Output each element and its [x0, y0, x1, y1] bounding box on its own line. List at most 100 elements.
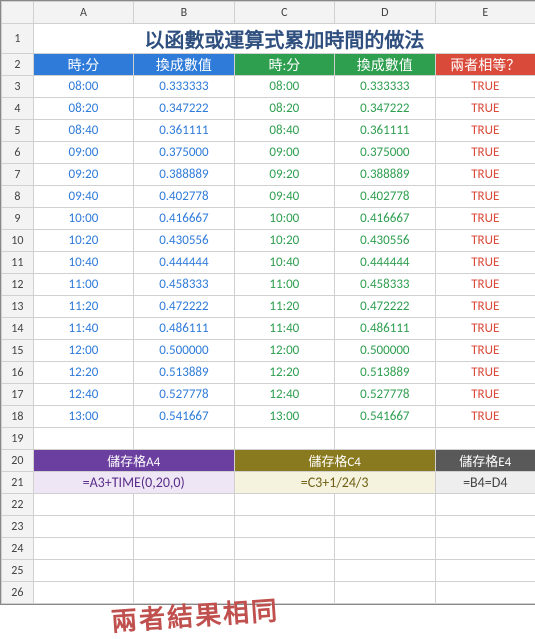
title-cell[interactable]: 以函數或運算式累加時間的做法 — [33, 24, 535, 54]
cell-E18[interactable]: TRUE — [435, 406, 535, 428]
row-head-14[interactable]: 14 — [2, 318, 34, 340]
cell-blank-22-0[interactable] — [33, 494, 133, 516]
cell-blank-22-1[interactable] — [134, 494, 234, 516]
cell-B12[interactable]: 0.458333 — [134, 274, 234, 296]
cell-blank-22-4[interactable] — [435, 494, 535, 516]
cell-blank-23-1[interactable] — [134, 516, 234, 538]
cell-B6[interactable]: 0.375000 — [134, 142, 234, 164]
cell-E9[interactable]: TRUE — [435, 208, 535, 230]
cell-B4[interactable]: 0.347222 — [134, 98, 234, 120]
cell-D3[interactable]: 0.333333 — [335, 76, 435, 98]
header-D[interactable]: 換成數值 — [335, 54, 435, 76]
cell-D14[interactable]: 0.486111 — [335, 318, 435, 340]
cell-blank-19-3[interactable] — [335, 428, 435, 450]
cell-C4[interactable]: 08:20 — [234, 98, 334, 120]
cell-blank-19-4[interactable] — [435, 428, 535, 450]
cell-B13[interactable]: 0.472222 — [134, 296, 234, 318]
cell-D11[interactable]: 0.444444 — [335, 252, 435, 274]
row-head-17[interactable]: 17 — [2, 384, 34, 406]
row-head-13[interactable]: 13 — [2, 296, 34, 318]
cell-D9[interactable]: 0.416667 — [335, 208, 435, 230]
header-C[interactable]: 時:分 — [234, 54, 334, 76]
cell-A5[interactable]: 08:40 — [33, 120, 133, 142]
row-head-2[interactable]: 2 — [2, 54, 34, 76]
cell-A15[interactable]: 12:00 — [33, 340, 133, 362]
cell-blank-23-0[interactable] — [33, 516, 133, 538]
cell-E16[interactable]: TRUE — [435, 362, 535, 384]
cell-D10[interactable]: 0.430556 — [335, 230, 435, 252]
cell-C18[interactable]: 13:00 — [234, 406, 334, 428]
cell-E8[interactable]: TRUE — [435, 186, 535, 208]
cell-B9[interactable]: 0.416667 — [134, 208, 234, 230]
cell-D5[interactable]: 0.361111 — [335, 120, 435, 142]
cell-blank-26-0[interactable] — [33, 582, 133, 604]
cell-blank-24-2[interactable] — [234, 538, 334, 560]
row-head-25[interactable]: 25 — [2, 560, 34, 582]
formula-hdr-E4[interactable]: 儲存格E4 — [435, 450, 535, 472]
cell-blank-19-0[interactable] — [33, 428, 133, 450]
cell-B18[interactable]: 0.541667 — [134, 406, 234, 428]
row-head-1[interactable]: 1 — [2, 24, 34, 54]
corner-cell[interactable] — [2, 2, 34, 24]
row-head-11[interactable]: 11 — [2, 252, 34, 274]
row-head-4[interactable]: 4 — [2, 98, 34, 120]
cell-C6[interactable]: 09:00 — [234, 142, 334, 164]
cell-C7[interactable]: 09:20 — [234, 164, 334, 186]
cell-D15[interactable]: 0.500000 — [335, 340, 435, 362]
cell-blank-24-0[interactable] — [33, 538, 133, 560]
cell-B7[interactable]: 0.388889 — [134, 164, 234, 186]
cell-B15[interactable]: 0.500000 — [134, 340, 234, 362]
cell-B11[interactable]: 0.444444 — [134, 252, 234, 274]
cell-blank-23-4[interactable] — [435, 516, 535, 538]
cell-D4[interactable]: 0.347222 — [335, 98, 435, 120]
row-head-19[interactable]: 19 — [2, 428, 34, 450]
cell-A10[interactable]: 10:20 — [33, 230, 133, 252]
row-head-22[interactable]: 22 — [2, 494, 34, 516]
cell-blank-23-2[interactable] — [234, 516, 334, 538]
row-head-7[interactable]: 7 — [2, 164, 34, 186]
cell-C9[interactable]: 10:00 — [234, 208, 334, 230]
cell-C15[interactable]: 12:00 — [234, 340, 334, 362]
col-head-C[interactable]: C — [234, 2, 334, 24]
cell-blank-25-1[interactable] — [134, 560, 234, 582]
cell-E3[interactable]: TRUE — [435, 76, 535, 98]
formula-hdr-A4[interactable]: 儲存格A4 — [33, 450, 234, 472]
cell-blank-24-4[interactable] — [435, 538, 535, 560]
row-head-23[interactable]: 23 — [2, 516, 34, 538]
cell-E12[interactable]: TRUE — [435, 274, 535, 296]
cell-blank-25-2[interactable] — [234, 560, 334, 582]
header-B[interactable]: 換成數值 — [134, 54, 234, 76]
col-head-B[interactable]: B — [134, 2, 234, 24]
row-head-8[interactable]: 8 — [2, 186, 34, 208]
cell-C17[interactable]: 12:40 — [234, 384, 334, 406]
cell-A17[interactable]: 12:40 — [33, 384, 133, 406]
col-head-A[interactable]: A — [33, 2, 133, 24]
cell-D12[interactable]: 0.458333 — [335, 274, 435, 296]
cell-A4[interactable]: 08:20 — [33, 98, 133, 120]
formula-val-C4[interactable]: =C3+1/24/3 — [234, 472, 435, 494]
formula-hdr-C4[interactable]: 儲存格C4 — [234, 450, 435, 472]
header-A[interactable]: 時:分 — [33, 54, 133, 76]
cell-B16[interactable]: 0.513889 — [134, 362, 234, 384]
cell-B14[interactable]: 0.486111 — [134, 318, 234, 340]
cell-E10[interactable]: TRUE — [435, 230, 535, 252]
cell-E5[interactable]: TRUE — [435, 120, 535, 142]
cell-D17[interactable]: 0.527778 — [335, 384, 435, 406]
cell-blank-22-3[interactable] — [335, 494, 435, 516]
cell-E14[interactable]: TRUE — [435, 318, 535, 340]
cell-B17[interactable]: 0.527778 — [134, 384, 234, 406]
cell-D7[interactable]: 0.388889 — [335, 164, 435, 186]
cell-A3[interactable]: 08:00 — [33, 76, 133, 98]
cell-blank-26-3[interactable] — [335, 582, 435, 604]
cell-C10[interactable]: 10:20 — [234, 230, 334, 252]
cell-C8[interactable]: 09:40 — [234, 186, 334, 208]
cell-E6[interactable]: TRUE — [435, 142, 535, 164]
row-head-10[interactable]: 10 — [2, 230, 34, 252]
cell-blank-22-2[interactable] — [234, 494, 334, 516]
cell-blank-25-4[interactable] — [435, 560, 535, 582]
cell-D16[interactable]: 0.513889 — [335, 362, 435, 384]
cell-blank-25-3[interactable] — [335, 560, 435, 582]
row-head-9[interactable]: 9 — [2, 208, 34, 230]
row-head-26[interactable]: 26 — [2, 582, 34, 604]
row-head-12[interactable]: 12 — [2, 274, 34, 296]
